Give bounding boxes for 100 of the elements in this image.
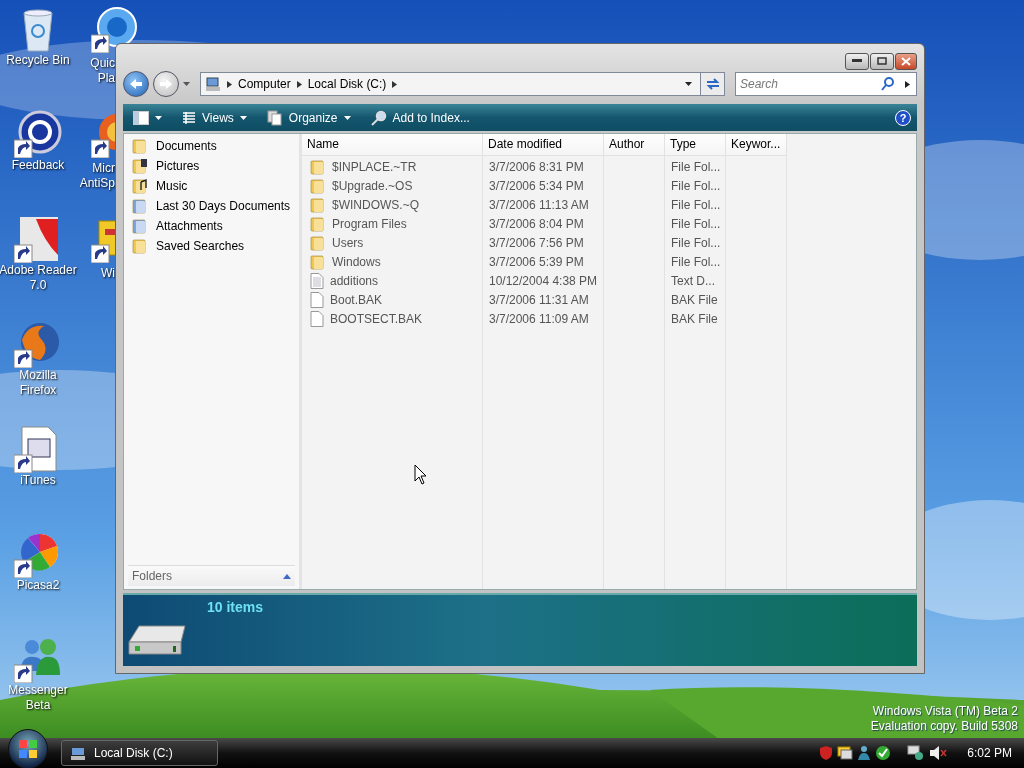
arrow-icon	[905, 80, 910, 88]
refresh-button[interactable]	[701, 72, 725, 97]
table-cell: 3/7/2006 11:31 AM	[489, 293, 589, 308]
maximize-icon	[877, 57, 887, 66]
monitor-icon[interactable]	[837, 745, 854, 761]
windows-logo	[18, 739, 38, 759]
icon-label: Firefox	[19, 383, 57, 398]
column-header[interactable]: Date modified	[483, 133, 603, 156]
speaker-icon[interactable]	[929, 745, 948, 761]
close-button[interactable]	[895, 52, 917, 70]
table-cell: 3/7/2006 7:56 PM	[489, 236, 584, 251]
file-name[interactable]: $WINDOWS.~Q	[332, 198, 419, 213]
file-name[interactable]: Users	[332, 236, 364, 251]
folder-icon	[310, 254, 326, 271]
file-name[interactable]: $INPLACE.~TR	[332, 160, 417, 175]
column-header[interactable]: Author	[604, 133, 664, 156]
table-cell: BAK File	[671, 293, 718, 308]
search-field[interactable]: Search	[735, 72, 917, 97]
file-name[interactable]: Boot.BAK	[330, 293, 383, 308]
magnifier-icon	[370, 109, 387, 126]
column-header[interactable]: Name	[302, 133, 482, 156]
icon-label: Pla	[97, 71, 115, 86]
column-header[interactable]: Keywor...	[726, 133, 786, 156]
computer-icon	[205, 76, 221, 93]
file-icon	[310, 292, 324, 309]
address-bar[interactable]: Computer Local Disk (C:)	[200, 72, 701, 97]
person-icon[interactable]	[857, 745, 872, 761]
search-input[interactable]: Search	[736, 77, 881, 92]
arrow-icon	[227, 80, 232, 88]
caret-icon	[155, 115, 162, 120]
column-header[interactable]: Type	[665, 133, 725, 156]
icon-label: Feedback	[11, 158, 65, 173]
views-icon	[182, 110, 196, 125]
file-name[interactable]: Program Files	[332, 217, 407, 232]
caret-icon	[183, 82, 190, 87]
minimize-button[interactable]	[845, 52, 869, 70]
folder-icon	[310, 178, 326, 195]
nav-item[interactable]: Last 30 Days Documents	[132, 195, 299, 216]
item-count: 10 items	[207, 599, 264, 615]
table-cell: 3/7/2006 11:09 AM	[489, 312, 589, 327]
toolbar-button[interactable]: Organize	[262, 105, 355, 130]
table-cell: Text D...	[671, 274, 715, 289]
maximize-button[interactable]	[870, 52, 894, 70]
shield-icon[interactable]	[819, 745, 834, 761]
file-name[interactable]: BOOTSECT.BAK	[330, 312, 423, 327]
globe-shortcut-icon[interactable]	[14, 320, 62, 368]
table-cell: 3/7/2006 11:13 AM	[489, 198, 589, 213]
pages-icon	[266, 109, 283, 126]
nav-item[interactable]: Music	[132, 175, 299, 196]
icon-label: Quic	[90, 56, 115, 71]
file-name[interactable]: Windows	[332, 255, 381, 270]
refresh-icon	[704, 77, 721, 92]
icon-label: 7.0	[29, 278, 47, 293]
table-cell: 3/7/2006 8:04 PM	[489, 217, 584, 232]
file-name[interactable]: $Upgrade.~OS	[332, 179, 413, 194]
table-cell: File Fol...	[671, 217, 721, 232]
breadcrumb[interactable]: Computer	[238, 77, 291, 92]
breadcrumb[interactable]: Local Disk (C:)	[307, 77, 387, 92]
check-icon[interactable]	[875, 745, 892, 761]
help-shortcut-icon[interactable]	[14, 110, 62, 158]
forward-button[interactable]	[153, 71, 179, 98]
icon-label: Messenger	[8, 683, 68, 698]
search-folder-icon	[132, 217, 148, 234]
watermark-text: Windows Vista (TM) Beta 2	[871, 704, 1018, 719]
taskbar-button[interactable]: Local Disk (C:)	[61, 740, 218, 766]
layout-icon	[133, 110, 149, 125]
text-file-icon	[310, 273, 324, 290]
caret-icon	[343, 115, 351, 120]
table-cell: File Fol...	[671, 179, 721, 194]
nav-item[interactable]: Documents	[132, 135, 299, 156]
table-cell: BAK File	[671, 312, 718, 327]
toolbar-button[interactable]: Views	[178, 105, 251, 130]
folder-icon	[310, 159, 326, 176]
nav-item[interactable]: Pictures	[132, 155, 299, 176]
search-folder-icon	[132, 197, 148, 214]
table-cell: 3/7/2006 8:31 PM	[489, 160, 584, 175]
nav-item[interactable]: Attachments	[132, 215, 299, 236]
file-name[interactable]: additions	[330, 274, 379, 289]
caret-icon	[685, 82, 692, 87]
table-cell: File Fol...	[671, 236, 721, 251]
file-icon	[310, 311, 324, 328]
folder-icon	[310, 216, 326, 233]
icon-label: Wi	[101, 266, 115, 281]
back-arrow-icon	[129, 78, 143, 91]
arrow-icon	[296, 80, 302, 88]
arrow-icon	[392, 80, 398, 88]
icon-label: Mozilla	[19, 368, 57, 383]
folder-icon	[132, 137, 148, 154]
icon-label: Micr	[92, 161, 115, 176]
network-icon[interactable]	[907, 745, 926, 761]
nav-item[interactable]: Saved Searches	[132, 235, 299, 256]
clock[interactable]: 6:02 PM	[967, 746, 1012, 760]
toolbar-button[interactable]: Add to Index...	[366, 105, 474, 130]
icon-label: Adobe Reader	[0, 263, 77, 278]
back-button[interactable]	[123, 71, 149, 98]
start-button[interactable]	[8, 729, 48, 768]
caret-icon	[239, 115, 247, 120]
folder-icon	[132, 237, 148, 254]
folders-bar[interactable]: Folders	[128, 565, 295, 586]
help-button[interactable]: ?	[895, 109, 911, 126]
